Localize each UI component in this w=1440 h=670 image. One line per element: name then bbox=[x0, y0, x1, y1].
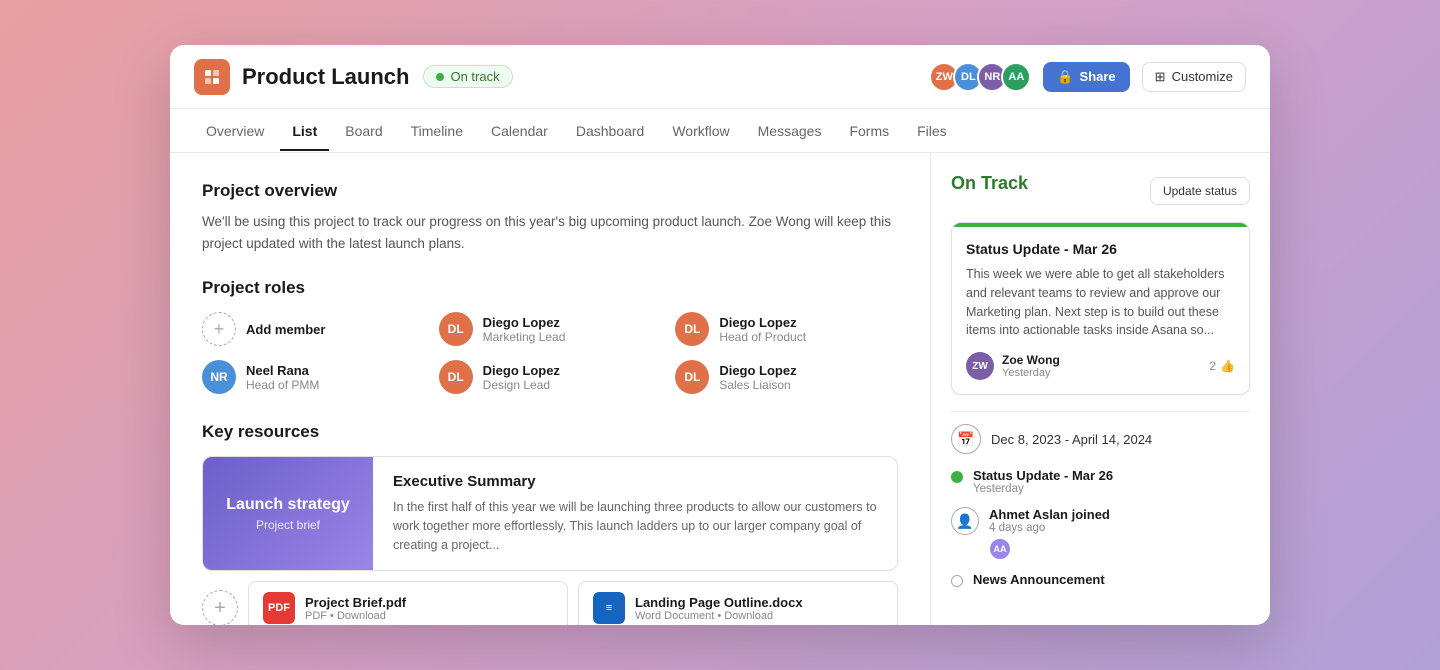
exec-text: In the first half of this year we will b… bbox=[393, 498, 877, 554]
activity-title: News Announcement bbox=[973, 572, 1105, 587]
roles-section: Project roles + Add member DL Diego Lope… bbox=[202, 278, 898, 394]
app-window: Product Launch On track ZW DL NR AA 🔒 Sh… bbox=[170, 45, 1270, 625]
activity-avatar: AA bbox=[989, 538, 1011, 560]
project-icon bbox=[194, 59, 230, 95]
activity-time: Yesterday bbox=[973, 483, 1113, 495]
pdf-icon: PDF bbox=[263, 592, 295, 624]
tab-dashboard[interactable]: Dashboard bbox=[564, 113, 657, 151]
exec-summary-card[interactable]: Executive Summary In the first half of t… bbox=[373, 457, 897, 570]
update-status-button[interactable]: Update status bbox=[1150, 177, 1250, 205]
avatar: AA bbox=[1001, 62, 1031, 92]
roles-grid: + Add member DL Diego Lopez Marketing Le… bbox=[202, 312, 898, 394]
role-avatar: DL bbox=[439, 360, 473, 394]
tab-overview[interactable]: Overview bbox=[194, 113, 276, 151]
overview-text: We'll be using this project to track our… bbox=[202, 211, 898, 254]
activity-item: Status Update - Mar 26 Yesterday bbox=[951, 468, 1250, 495]
customize-icon: ⊞ bbox=[1155, 69, 1166, 85]
status-update-card: Status Update - Mar 26 This week we were… bbox=[951, 222, 1250, 395]
on-track-title: On Track bbox=[951, 173, 1028, 194]
tab-calendar[interactable]: Calendar bbox=[479, 113, 560, 151]
file-card-doc[interactable]: ≡ Landing Page Outline.docx Word Documen… bbox=[578, 581, 898, 625]
role-avatar: DL bbox=[675, 312, 709, 346]
file-card-pdf[interactable]: PDF Project Brief.pdf PDF • Download bbox=[248, 581, 568, 625]
author-name: Zoe Wong bbox=[1002, 353, 1060, 367]
tab-files[interactable]: Files bbox=[905, 113, 959, 151]
role-item: DL Diego Lopez Design Lead bbox=[439, 360, 662, 394]
customize-button[interactable]: ⊞ Customize bbox=[1142, 62, 1246, 92]
status-card-footer: ZW Zoe Wong Yesterday 2 👍 bbox=[966, 352, 1235, 380]
activity-dot-empty bbox=[951, 575, 963, 587]
activity-title: Ahmet Aslan joined bbox=[989, 507, 1110, 522]
resource-big-card: Launch strategy Project brief Executive … bbox=[202, 456, 898, 571]
add-circle-icon: + bbox=[202, 312, 236, 346]
file-name: Project Brief.pdf bbox=[305, 595, 406, 610]
role-avatar: NR bbox=[202, 360, 236, 394]
role-item: NR Neel Rana Head of PMM bbox=[202, 360, 425, 394]
share-label: Share bbox=[1080, 69, 1116, 84]
activity-item: News Announcement bbox=[951, 572, 1250, 587]
tab-workflow[interactable]: Workflow bbox=[660, 113, 741, 151]
status-card-body: Status Update - Mar 26 This week we were… bbox=[952, 227, 1249, 394]
tab-board[interactable]: Board bbox=[333, 113, 394, 151]
launch-card-title: Launch strategy bbox=[226, 496, 350, 514]
nav-tabs: Overview List Board Timeline Calendar Da… bbox=[170, 109, 1270, 153]
status-badge: On track bbox=[423, 65, 512, 88]
tab-messages[interactable]: Messages bbox=[746, 113, 834, 151]
role-avatar: DL bbox=[675, 360, 709, 394]
status-dot bbox=[436, 73, 444, 81]
resources-title: Key resources bbox=[202, 422, 898, 442]
author-avatar: ZW bbox=[966, 352, 994, 380]
resources-section: Key resources Launch strategy Project br… bbox=[202, 422, 898, 625]
role-avatar: DL bbox=[439, 312, 473, 346]
overview-section: Project overview We'll be using this pro… bbox=[202, 181, 898, 254]
activity-avatars: AA bbox=[989, 538, 1110, 560]
add-file-button[interactable]: + bbox=[202, 590, 238, 625]
file-name: Landing Page Outline.docx bbox=[635, 595, 803, 610]
activity-dot-green bbox=[951, 471, 963, 483]
tab-list[interactable]: List bbox=[280, 113, 329, 151]
right-panel: On Track Update status Status Update - M… bbox=[930, 153, 1270, 625]
activity-time: 4 days ago bbox=[989, 522, 1110, 534]
activities-list: Status Update - Mar 26 Yesterday 👤 Ahmet… bbox=[951, 468, 1250, 587]
overview-title: Project overview bbox=[202, 181, 898, 201]
files-row: + PDF Project Brief.pdf PDF • Download ≡ bbox=[202, 581, 898, 625]
timeline-text: Dec 8, 2023 - April 14, 2024 bbox=[991, 432, 1152, 447]
timeline-row: 📅 Dec 8, 2023 - April 14, 2024 bbox=[951, 424, 1250, 454]
role-item: DL Diego Lopez Sales Liaison bbox=[675, 360, 898, 394]
header-right: ZW DL NR AA 🔒 Share ⊞ Customize bbox=[929, 62, 1246, 92]
file-meta: Word Document • Download bbox=[635, 610, 803, 622]
launch-strategy-card[interactable]: Launch strategy Project brief bbox=[203, 457, 373, 570]
resources-cards: Launch strategy Project brief Executive … bbox=[202, 456, 898, 625]
add-member-label: Add member bbox=[246, 322, 325, 337]
launch-card-sub: Project brief bbox=[256, 518, 320, 532]
activity-title: Status Update - Mar 26 bbox=[973, 468, 1113, 483]
role-item: DL Diego Lopez Marketing Lead bbox=[439, 312, 662, 346]
activity-group-icon: 👤 bbox=[951, 507, 979, 535]
post-time: Yesterday bbox=[1002, 367, 1060, 379]
likes-count: 2 👍 bbox=[1209, 359, 1235, 373]
activity-item: 👤 Ahmet Aslan joined 4 days ago AA bbox=[951, 507, 1250, 560]
doc-icon: ≡ bbox=[593, 592, 625, 624]
tab-timeline[interactable]: Timeline bbox=[399, 113, 475, 151]
exec-title: Executive Summary bbox=[393, 473, 877, 490]
tab-forms[interactable]: Forms bbox=[837, 113, 901, 151]
file-meta: PDF • Download bbox=[305, 610, 406, 622]
add-member-item[interactable]: + Add member bbox=[202, 312, 425, 346]
calendar-icon: 📅 bbox=[951, 424, 981, 454]
roles-title: Project roles bbox=[202, 278, 898, 298]
status-card-text: This week we were able to get all stakeh… bbox=[966, 265, 1235, 340]
header: Product Launch On track ZW DL NR AA 🔒 Sh… bbox=[170, 45, 1270, 109]
role-item: DL Diego Lopez Head of Product bbox=[675, 312, 898, 346]
divider bbox=[951, 411, 1250, 412]
project-title: Product Launch bbox=[242, 64, 409, 90]
status-label: On track bbox=[450, 69, 499, 84]
lock-icon: 🔒 bbox=[1057, 69, 1073, 85]
avatar-group: ZW DL NR AA bbox=[929, 62, 1031, 92]
status-card-title: Status Update - Mar 26 bbox=[966, 241, 1235, 257]
share-button[interactable]: 🔒 Share bbox=[1043, 62, 1129, 92]
main-content: Project overview We'll be using this pro… bbox=[170, 153, 1270, 625]
left-panel: Project overview We'll be using this pro… bbox=[170, 153, 930, 625]
customize-label: Customize bbox=[1172, 69, 1233, 84]
